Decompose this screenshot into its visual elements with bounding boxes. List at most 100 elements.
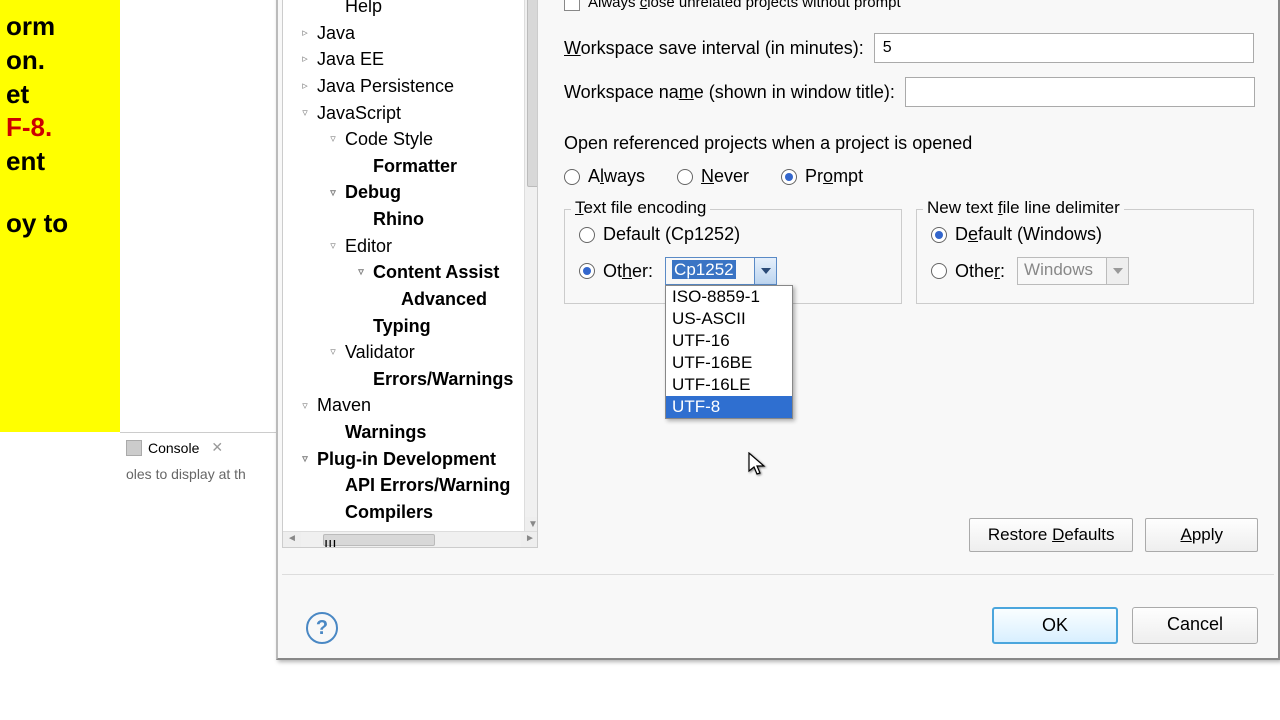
- close-icon[interactable]: ✕: [211, 439, 223, 456]
- encoding-option[interactable]: UTF-16LE: [666, 374, 792, 396]
- tree-expand-icon[interactable]: ▿: [327, 131, 339, 147]
- console-icon: [126, 440, 142, 456]
- tree-item[interactable]: ▿Maven: [283, 392, 537, 419]
- tree-item-label: Advanced: [401, 286, 487, 313]
- restore-defaults-button[interactable]: Restore Defaults: [969, 518, 1134, 552]
- radio-always[interactable]: [564, 169, 580, 185]
- delimiter-combo-value: Windows: [1018, 258, 1106, 284]
- open-referenced-label: Open referenced projects when a project …: [564, 133, 1258, 154]
- vertical-scrollbar[interactable]: ▼: [524, 0, 538, 533]
- help-icon[interactable]: ?: [306, 612, 338, 644]
- tree-item[interactable]: Errors/Warnings: [283, 366, 537, 393]
- always-close-checkbox[interactable]: [564, 0, 580, 11]
- tree-item[interactable]: Help: [283, 0, 537, 20]
- encoding-option[interactable]: ISO-8859-1: [666, 286, 792, 308]
- tree-item[interactable]: Rhino: [283, 206, 537, 233]
- tree-expand-icon[interactable]: ▿: [327, 344, 339, 360]
- radio-never-label: Never: [701, 166, 749, 187]
- encoding-combo-button[interactable]: [754, 258, 776, 284]
- tree-item[interactable]: ▹ Java Persistence: [283, 73, 537, 100]
- encoding-option[interactable]: UTF-8: [666, 396, 792, 418]
- tree-expand-icon[interactable]: ▿: [355, 264, 367, 280]
- horizontal-scrollbar[interactable]: ◄ ııı ►: [283, 531, 538, 547]
- tree-item-label: Warnings: [345, 419, 426, 446]
- console-view: Console ✕ oles to display at th: [120, 432, 280, 492]
- tree-expand-icon[interactable]: ▿: [299, 105, 311, 121]
- tree-item-label: Validator: [345, 339, 415, 366]
- tree-item[interactable]: Advanced: [283, 286, 537, 313]
- scroll-left-icon[interactable]: ◄: [283, 532, 301, 548]
- workspace-interval-input[interactable]: [874, 33, 1254, 63]
- encoding-option[interactable]: UTF-16: [666, 330, 792, 352]
- delimiter-combo: Windows: [1017, 257, 1129, 285]
- tree-item[interactable]: ▿Plug-in Development: [283, 446, 537, 473]
- tree-item[interactable]: ▹Java EE: [283, 46, 537, 73]
- tree-expand-icon[interactable]: ▿: [299, 451, 311, 467]
- encoding-other-radio[interactable]: [579, 263, 595, 279]
- tutorial-text: ent: [6, 145, 114, 179]
- encoding-combo[interactable]: Cp1252 ISO-8859-1US-ASCIIUTF-16UTF-16BEU…: [665, 257, 777, 285]
- radio-always-label: Always: [588, 166, 645, 187]
- tree-item[interactable]: Typing: [283, 313, 537, 340]
- tutorial-text: oy to: [6, 207, 114, 241]
- tutorial-text: et: [6, 78, 114, 112]
- separator: [282, 574, 1274, 575]
- encoding-fieldset: Text file encoding Default (Cp1252) Othe…: [564, 209, 902, 304]
- tree-item-label: Formatter: [373, 153, 457, 180]
- tree-expand-icon[interactable]: ▿: [327, 185, 339, 201]
- tree-item[interactable]: ▿JavaScript: [283, 100, 537, 127]
- encoding-dropdown[interactable]: ISO-8859-1US-ASCIIUTF-16UTF-16BEUTF-16LE…: [665, 285, 793, 419]
- radio-never[interactable]: [677, 169, 693, 185]
- tree-expand-icon[interactable]: ▹: [299, 25, 311, 41]
- workspace-name-label: Workspace name (shown in window title):: [564, 82, 895, 103]
- scrollbar-thumb[interactable]: ııı: [323, 534, 435, 546]
- tree-item[interactable]: ▿ Validator: [283, 339, 537, 366]
- tree-item[interactable]: Formatter: [283, 153, 537, 180]
- tree-expand-icon[interactable]: ▿: [299, 398, 311, 414]
- tree-item[interactable]: ▿ Content Assist: [283, 259, 537, 286]
- delimiter-combo-button: [1106, 258, 1128, 284]
- tutorial-text: orm: [6, 10, 114, 44]
- tree-item-label: Help: [345, 0, 382, 20]
- tree-expand-icon[interactable]: ▿: [327, 238, 339, 254]
- console-tab-label: Console: [148, 440, 199, 456]
- encoding-other-label: Other:: [603, 261, 653, 282]
- encoding-legend: Text file encoding: [571, 198, 710, 218]
- delimiter-default-radio[interactable]: [931, 227, 947, 243]
- tree-item[interactable]: ▹ Java: [283, 20, 537, 47]
- encoding-option[interactable]: UTF-16BE: [666, 352, 792, 374]
- preferences-dialog: Help▹Java▹Java EE▹Java Persistence▿JavaS…: [276, 0, 1280, 660]
- tree-item-label: Java Persistence: [317, 73, 454, 100]
- preferences-tree[interactable]: Help▹Java▹Java EE▹Java Persistence▿JavaS…: [282, 0, 538, 548]
- tutorial-text-red: F-8.: [6, 111, 114, 145]
- tree-item-label: Java: [317, 20, 355, 47]
- encoding-combo-value: Cp1252: [672, 260, 736, 279]
- tree-expand-icon[interactable]: ▹: [299, 51, 311, 67]
- tree-item[interactable]: Warnings: [283, 419, 537, 446]
- encoding-default-radio[interactable]: [579, 227, 595, 243]
- delimiter-other-radio[interactable]: [931, 263, 947, 279]
- always-close-label: Always close unrelated projects without …: [588, 0, 901, 11]
- scrollbar-thumb[interactable]: [527, 0, 538, 187]
- preferences-main-panel: Always close unrelated projects without …: [544, 0, 1278, 564]
- tree-item[interactable]: ▿ Editor: [283, 233, 537, 260]
- tree-item-label: Code Style: [345, 126, 433, 153]
- tree-item[interactable]: API Errors/Warning: [283, 472, 537, 499]
- tree-item-label: Editor: [345, 233, 392, 260]
- ok-button[interactable]: OK: [992, 607, 1118, 644]
- radio-prompt-label: Prompt: [805, 166, 863, 187]
- tutorial-sidebar: orm on. et F-8. ent oy to: [0, 0, 120, 432]
- cancel-button[interactable]: Cancel: [1132, 607, 1258, 644]
- encoding-option[interactable]: US-ASCII: [666, 308, 792, 330]
- scroll-right-icon[interactable]: ►: [521, 532, 538, 548]
- tree-item-label: Content Assist: [373, 259, 499, 286]
- workspace-name-input[interactable]: [905, 77, 1255, 107]
- tree-item[interactable]: Compilers: [283, 499, 537, 526]
- tree-item[interactable]: ▿ Code Style: [283, 126, 537, 153]
- console-tab[interactable]: Console ✕: [126, 439, 274, 456]
- tree-expand-icon[interactable]: ▹: [299, 78, 311, 94]
- apply-button[interactable]: Apply: [1145, 518, 1258, 552]
- delimiter-default-label: Default (Windows): [955, 224, 1102, 245]
- radio-prompt[interactable]: [781, 169, 797, 185]
- tree-item[interactable]: ▿Debug: [283, 179, 537, 206]
